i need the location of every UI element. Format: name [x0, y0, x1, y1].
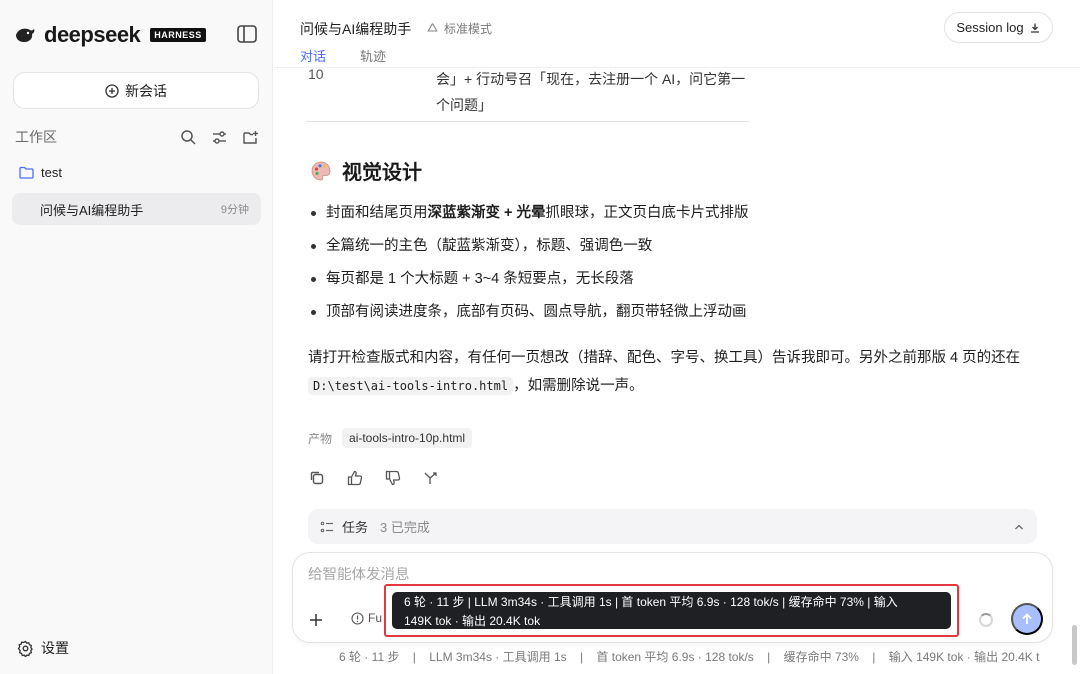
search-icon[interactable]: [180, 129, 197, 146]
sidebar-toggle-icon[interactable]: [236, 24, 258, 44]
task-label: 任务: [342, 520, 369, 535]
list-item: 顶部有阅读进度条，底部有页码、圆点导航，翻页带轻微上浮动画: [310, 301, 749, 334]
plus-circle-icon: [105, 83, 119, 98]
filter-sliders-icon[interactable]: [211, 129, 228, 146]
new-chat-label: 新会话: [125, 82, 167, 99]
brand-badge: HARNESS: [150, 28, 206, 42]
session-log-button[interactable]: Session log: [944, 12, 1053, 43]
tooltip-content: 6 轮 · 11 步 | LLM 3m34s · 工具调用 1s | 首 tok…: [392, 592, 951, 629]
message-input[interactable]: [308, 567, 1028, 583]
mode-label: 标准模式: [444, 22, 493, 36]
whale-logo-icon: [16, 28, 35, 42]
brand-logo[interactable]: deepseek HARNESS: [14, 22, 206, 48]
conversation-title: 问候与AI编程助手: [300, 21, 412, 37]
copy-icon[interactable]: [308, 469, 326, 487]
branch-icon[interactable]: [422, 469, 440, 487]
message-paragraph: 请打开检查版式和内容，有任何一页想改（措辞、配色、字号、换工具）告诉我即可。另外…: [308, 350, 1021, 395]
section-title: 视觉设计: [342, 162, 422, 184]
folder-test[interactable]: test: [19, 165, 62, 180]
workspace-label: 工作区: [15, 129, 57, 145]
workspace-header: 工作区: [15, 127, 259, 147]
session-time: 9分钟: [220, 204, 249, 216]
artifact-row: 产物 ai-tools-intro-10p.html: [308, 428, 473, 448]
brand-name: deepseek: [44, 22, 141, 47]
new-chat-button[interactable]: 新会话: [13, 72, 259, 109]
sidebar: deepseek HARNESS 新会话 工作区 test 问候与AI编程助手 …: [0, 0, 273, 674]
scrollbar-thumb[interactable]: [1072, 625, 1077, 665]
usage-stats-bar[interactable]: 6 轮 · 11 步 | LLM 3m34s · 工具调用 1s | 首 tok…: [339, 648, 1039, 665]
bullet-list: 封面和结尾页用深蓝紫渐变 + 光晕抓眼球，正文页白底卡片式排版 全篇统一的主色（…: [310, 202, 749, 334]
folder-icon: [19, 166, 34, 179]
thumbs-up-icon[interactable]: [346, 469, 364, 487]
message-actions: [308, 469, 440, 487]
divider: [306, 121, 749, 122]
gear-icon: [17, 640, 33, 657]
list-item: 每页都是 1 个大标题 + 3~4 条短要点，无长段落: [310, 268, 749, 301]
download-icon: [1030, 23, 1039, 33]
list-item: 全篇统一的主色（靛蓝紫渐变），标题、强调色一致: [310, 235, 749, 268]
task-summary-bar[interactable]: 任务 3 已完成: [308, 509, 1037, 544]
session-title: 问候与AI编程助手: [40, 202, 144, 218]
mode-indicator[interactable]: 标准模式: [426, 20, 492, 37]
recycle-icon: [427, 23, 438, 32]
settings-button[interactable]: 设置: [17, 638, 69, 658]
chevron-up-icon[interactable]: [1013, 521, 1025, 533]
view-tabs: 对话 轨迹: [300, 46, 386, 71]
settings-label: 设置: [41, 640, 69, 656]
artifact-file-chip[interactable]: ai-tools-intro-10p.html: [342, 428, 473, 448]
session-item-active[interactable]: 问候与AI编程助手 9分钟: [12, 193, 261, 225]
stats-tooltip: 6 轮 · 11 步 | LLM 3m34s · 工具调用 1s | 首 tok…: [384, 584, 959, 637]
palette-icon: [311, 161, 331, 180]
list-item: 封面和结尾页用深蓝紫渐变 + 光晕抓眼球，正文页白底卡片式排版: [310, 202, 749, 235]
folder-name: test: [41, 165, 62, 180]
arrow-up-icon: [1022, 613, 1032, 624]
task-count: 3 已完成: [380, 520, 430, 535]
tooltip-line-2: 149K tok · 输出 20.4K tok: [404, 614, 541, 628]
tab-conversation[interactable]: 对话: [300, 46, 326, 71]
artifact-label: 产物: [308, 431, 333, 446]
attach-plus-icon[interactable]: [305, 609, 327, 631]
info-shield-icon: [351, 611, 364, 625]
session-log-label: Session log: [956, 20, 1024, 35]
loading-spinner-icon: [979, 613, 993, 627]
tooltip-line-1: 6 轮 · 11 步 | LLM 3m34s · 工具调用 1s | 首 tok…: [404, 595, 898, 609]
task-list-icon: [320, 521, 333, 532]
conversation-header: 问候与AI编程助手 标准模式 对话 轨迹 Session log: [274, 0, 1080, 68]
model-label: Fu: [368, 611, 383, 625]
thumbs-down-icon[interactable]: [384, 469, 402, 487]
section-heading: 视觉设计: [310, 156, 422, 185]
send-button[interactable]: [1011, 603, 1043, 635]
tab-trajectory[interactable]: 轨迹: [360, 46, 386, 71]
model-selector[interactable]: Fu: [351, 611, 382, 625]
new-folder-icon[interactable]: [242, 129, 259, 146]
table-cell-text: 会」+ 行动号召「现在，去注册一个 AI，问它第一个问题」: [436, 71, 746, 113]
file-path-code: D:\test\ai-tools-intro.html: [308, 377, 514, 395]
